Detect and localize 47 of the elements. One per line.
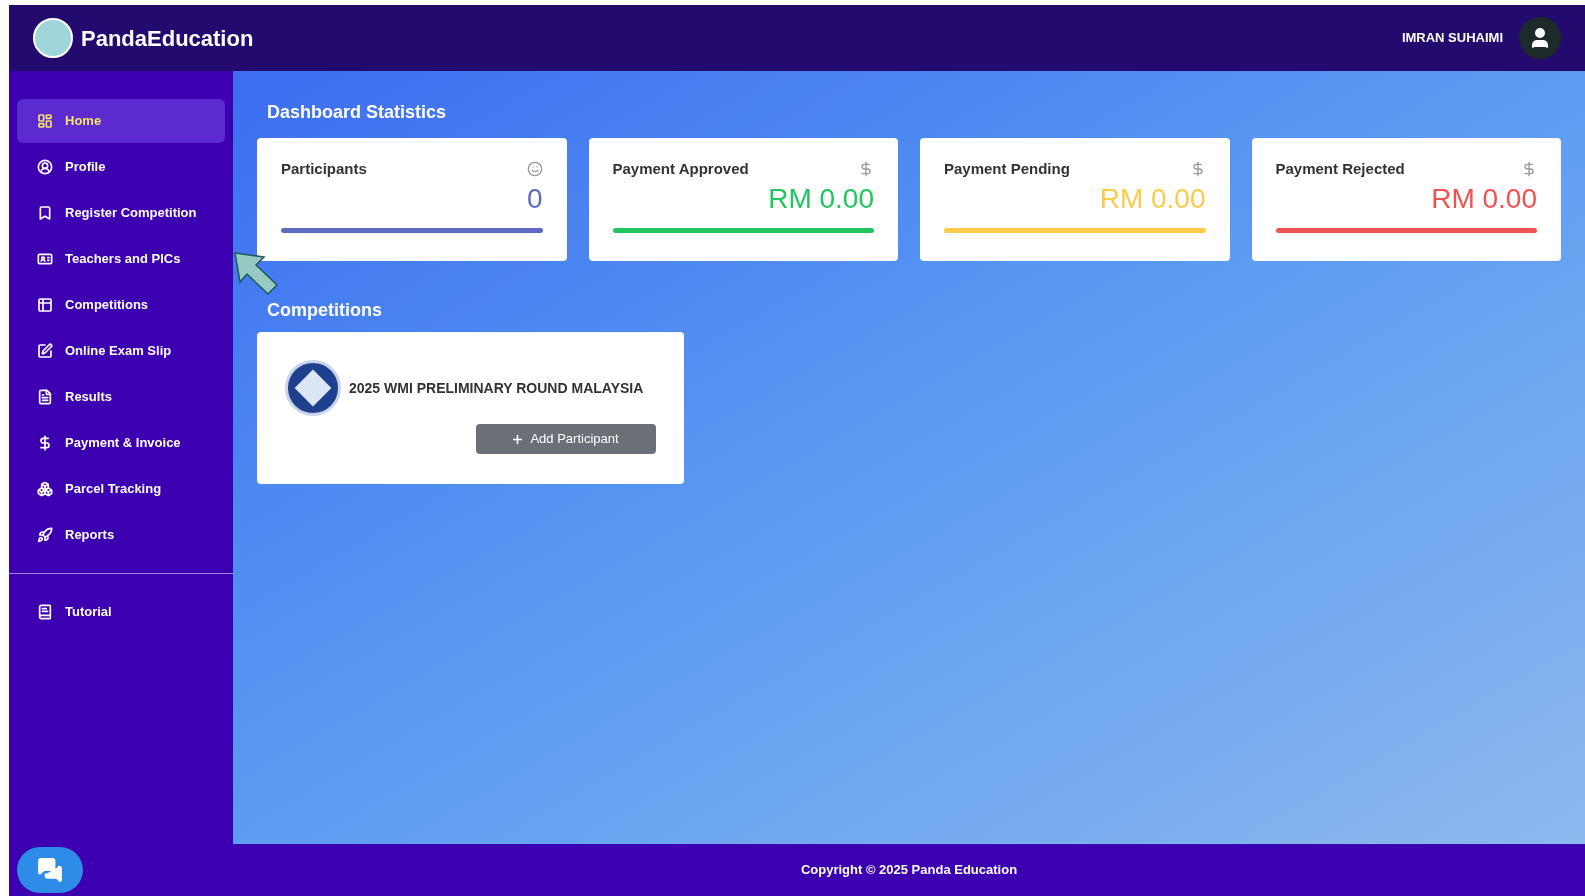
sidebar-item[interactable]: Reports (17, 513, 225, 557)
stat-label: Payment Pending (944, 159, 1070, 179)
dollar-icon (37, 435, 53, 451)
stat-label: Participants (281, 159, 367, 179)
competition-name: 2025 WMI PRELIMINARY ROUND MALAYSIA (349, 378, 644, 398)
dollar-icon (1521, 161, 1537, 178)
sidebar-item[interactable]: Tutorial (17, 590, 225, 634)
sidebar-item[interactable]: Competitions (17, 283, 225, 327)
stat-label: Payment Rejected (1275, 159, 1405, 179)
user-icon (37, 159, 53, 175)
stat-value: 0 (526, 181, 543, 216)
avatar[interactable] (1519, 17, 1561, 59)
panda-logo-icon (33, 18, 73, 58)
sidebar-item[interactable]: Results (17, 375, 225, 419)
chat-icon (37, 857, 63, 883)
bookmark-icon (37, 205, 53, 221)
table-icon (37, 297, 53, 313)
face-icon (526, 161, 543, 178)
brand-name: PandaEducation (81, 24, 254, 53)
user-name[interactable]: IMRAN SUHAIMI (1401, 28, 1503, 48)
sidebar-item[interactable]: Home (17, 99, 225, 143)
annotation-arrow (234, 252, 278, 295)
section-title: Dashboard Statistics (267, 101, 448, 124)
dollar-icon (858, 161, 874, 178)
sidebar-item[interactable]: Online Exam Slip (17, 329, 225, 373)
sidebar-item[interactable]: Register Competition (17, 191, 225, 235)
rocket-icon (37, 527, 53, 543)
boxes-icon (37, 481, 53, 497)
file-icon (37, 389, 53, 405)
document-icon (37, 604, 53, 620)
edit-icon (37, 343, 53, 359)
dashboard-icon (37, 113, 53, 129)
section-title: Competitions (267, 299, 383, 322)
stat-value: RM 0.00 (1099, 181, 1206, 216)
sidebar-item[interactable]: Parcel Tracking (17, 467, 225, 511)
stat-label: Payment Approved (612, 159, 749, 179)
add-participant-button[interactable]: Add Participant (476, 424, 656, 454)
copyright-text: Copyright © 2025 Panda Education (800, 861, 1018, 880)
cube-logo-icon (285, 360, 341, 416)
id-card-icon (37, 251, 53, 267)
chat-button[interactable] (17, 847, 83, 893)
sidebar-item[interactable]: Payment & Invoice (17, 421, 225, 465)
plus-icon (513, 434, 523, 444)
sidebar-item[interactable]: Profile (17, 145, 225, 189)
sidebar-item[interactable]: Teachers and PICs (17, 237, 225, 281)
stat-value: RM 0.00 (1431, 181, 1537, 216)
stat-value: RM 0.00 (768, 181, 874, 216)
